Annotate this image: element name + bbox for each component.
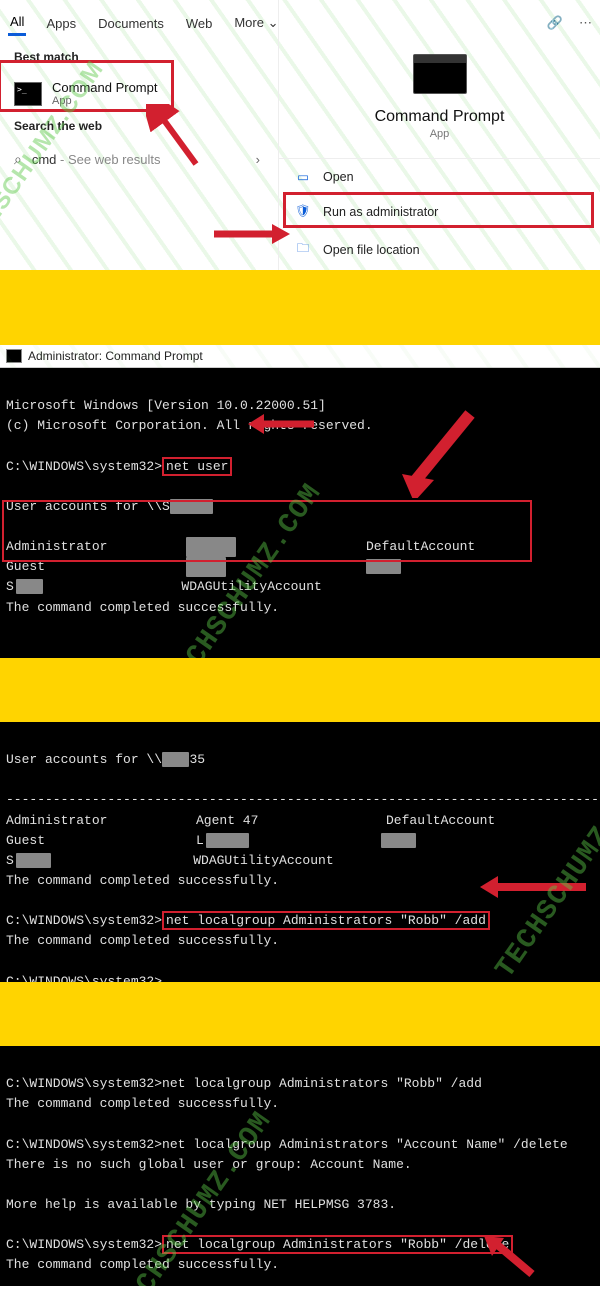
preview-title: Command Prompt (375, 108, 505, 126)
search-web-label: Search the web (0, 115, 278, 141)
action-open-file-location[interactable]: 🗀 Open file location (279, 229, 600, 270)
highlight-box (2, 500, 532, 562)
action-open[interactable]: ▭ Open (279, 159, 600, 194)
web-result-item[interactable]: ⌕ cmd - See web results › (0, 141, 278, 178)
folder-icon: 🗀 (295, 239, 311, 260)
preview-pane: Command Prompt App ▭ Open 🛡 Run as admin… (278, 0, 600, 270)
terminal-icon (6, 349, 22, 363)
windows-search-panel: All Apps Documents Web More ⌄ 🔗 ⋯ Best m… (0, 0, 600, 270)
window-title: Administrator: Command Prompt (28, 349, 203, 363)
search-results-column: Best match Command Prompt App Search the… (0, 0, 278, 270)
terminal-window-1: Administrator: Command Prompt Microsoft … (0, 345, 600, 658)
arrow-annotation (400, 408, 480, 498)
terminal-output[interactable]: Microsoft Windows [Version 10.0.22000.51… (0, 368, 600, 658)
search-icon: ⌕ (14, 151, 22, 168)
highlight-box (0, 60, 174, 112)
terminal-window-3: C:\WINDOWS\system32>net localgroup Admin… (0, 1046, 600, 1286)
highlighted-command: net localgroup Administrators "Robb" /de… (162, 1235, 513, 1254)
terminal-window-2: User accounts for \\xxx35 --------------… (0, 722, 600, 982)
arrow-annotation (480, 875, 590, 899)
highlighted-command: net user (162, 457, 232, 476)
separator (0, 270, 600, 345)
highlighted-command: net localgroup Administrators "Robb" /ad… (162, 911, 490, 930)
chevron-right-icon: › (256, 152, 260, 167)
separator (0, 658, 600, 722)
highlight-box (283, 192, 594, 228)
action-run-as-administrator[interactable]: 🛡 Run as administrator (279, 194, 600, 229)
terminal-output[interactable]: C:\WINDOWS\system32>net localgroup Admin… (0, 1046, 600, 1286)
terminal-titlebar: Administrator: Command Prompt (0, 345, 600, 368)
terminal-output[interactable]: User accounts for \\xxx35 --------------… (0, 722, 600, 982)
preview-subtitle: App (430, 128, 450, 140)
separator (0, 982, 600, 1046)
open-icon: ▭ (295, 169, 311, 184)
command-prompt-large-icon (413, 54, 467, 94)
